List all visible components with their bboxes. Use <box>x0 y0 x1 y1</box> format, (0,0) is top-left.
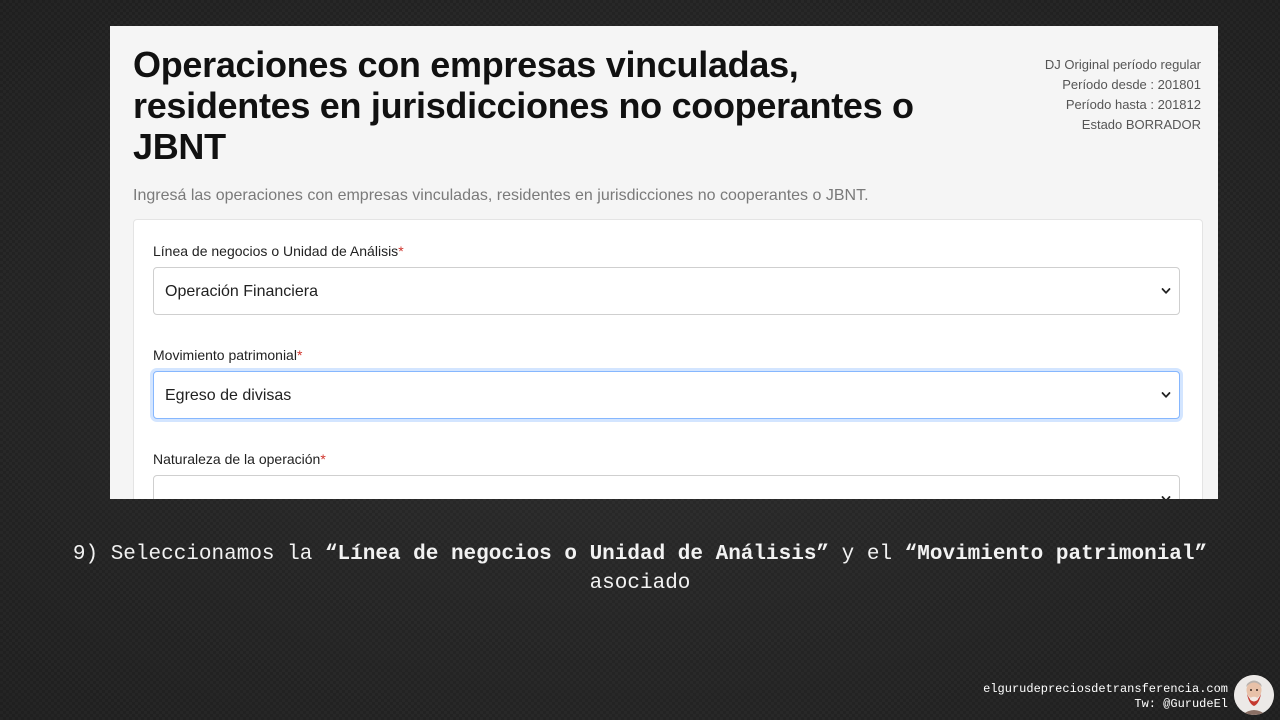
business-line-value: Operación Financiera <box>165 283 318 300</box>
page-title: Operaciones con empresas vinculadas, res… <box>133 44 914 167</box>
chevron-down-icon <box>1161 288 1171 294</box>
operation-form: Línea de negocios o Unidad de Análisis* … <box>133 219 1203 499</box>
business-line-label: Línea de negocios o Unidad de Análisis* <box>153 243 404 259</box>
required-mark: * <box>398 243 404 259</box>
asset-movement-value: Egreso de divisas <box>165 387 292 404</box>
caption-suffix: asociado <box>589 572 691 595</box>
caption-prefix: 9) Seleccionamos la <box>72 543 325 566</box>
caption-business-line: “Línea de negocios o Unidad de Análisis” <box>324 543 830 566</box>
meta-declaration-type: DJ Original período regular <box>1044 57 1201 72</box>
footer-website: elgurudepreciosdetransferencia.com <box>983 682 1228 696</box>
asset-movement-label-text: Movimiento patrimonial <box>153 347 297 363</box>
meta-status: Estado BORRADOR <box>1081 117 1201 132</box>
meta-period-from: Período desde : 201801 <box>1062 77 1201 92</box>
footer-twitter: Tw: @GurudeEl <box>1134 697 1228 711</box>
operation-nature-label-text: Naturaleza de la operación <box>153 451 321 467</box>
slide-caption: 9) Seleccionamos la “Línea de negocios o… <box>20 540 1260 598</box>
chevron-down-icon <box>1161 496 1171 499</box>
page-subtitle: Ingresá las operaciones con empresas vin… <box>133 187 869 204</box>
operation-nature-label: Naturaleza de la operación* <box>153 451 326 467</box>
business-line-select[interactable]: Operación Financiera <box>153 267 1180 315</box>
screenshot-panel: Operaciones con empresas vinculadas, res… <box>110 26 1218 499</box>
caption-middle: y el <box>829 543 905 566</box>
avatar <box>1234 675 1274 715</box>
avatar-illustration-icon <box>1234 675 1274 715</box>
footer-credits: elgurudepreciosdetransferencia.com Tw: @… <box>983 682 1228 712</box>
asset-movement-label: Movimiento patrimonial* <box>153 347 302 363</box>
asset-movement-select[interactable]: Egreso de divisas <box>153 371 1180 419</box>
required-mark: * <box>296 347 303 363</box>
declaration-meta: DJ Original período regular Período desd… <box>1045 55 1201 135</box>
business-line-label-text: Línea de negocios o Unidad de Análisis <box>153 243 399 259</box>
required-mark: * <box>320 451 326 467</box>
meta-period-to: Período hasta : 201812 <box>1065 97 1201 112</box>
caption-asset-movement: “Movimiento patrimonial” <box>904 543 1208 566</box>
chevron-down-icon <box>1161 392 1171 398</box>
operation-nature-select[interactable] <box>153 475 1180 499</box>
